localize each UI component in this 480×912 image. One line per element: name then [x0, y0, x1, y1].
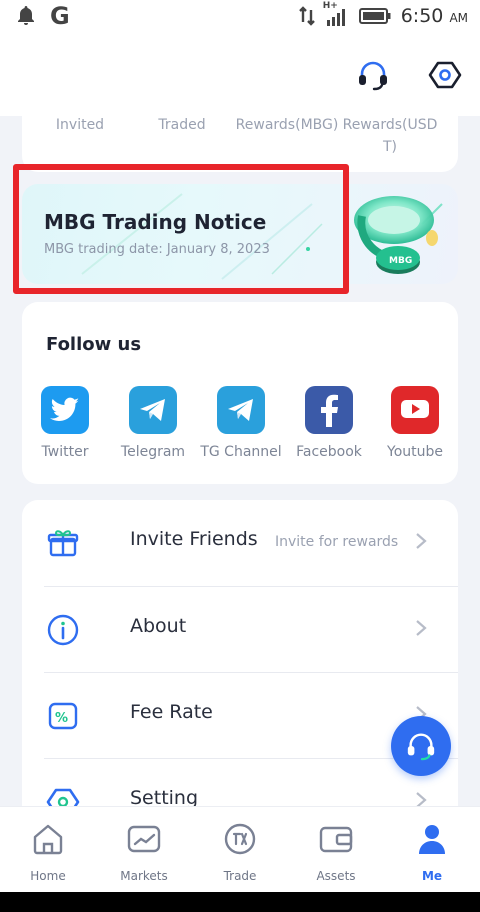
- nav-trade[interactable]: Trade: [192, 821, 288, 883]
- stat-label-traded: Traded: [158, 117, 206, 133]
- carrier-g-icon: G: [50, 2, 70, 30]
- nav-me[interactable]: Me: [384, 821, 480, 883]
- follow-us-card: Follow us Twitter Telegram TG Channel Fa…: [22, 302, 458, 484]
- home-icon: [33, 824, 63, 855]
- setting-hexagon-icon: [46, 788, 80, 806]
- social-label: TG Channel: [200, 444, 282, 460]
- headset-icon[interactable]: [356, 58, 390, 92]
- social-telegram[interactable]: Telegram: [108, 386, 198, 460]
- follow-us-title: Follow us: [46, 334, 142, 355]
- system-nav-bar: [0, 892, 480, 912]
- social-label: Telegram: [120, 444, 186, 460]
- menu-hint: Invite for rewards: [275, 534, 399, 550]
- social-facebook[interactable]: Facebook: [284, 386, 374, 460]
- support-fab-button[interactable]: [391, 716, 451, 776]
- clock: 6:50 AM: [400, 5, 468, 27]
- percent-icon: %: [48, 702, 78, 730]
- app-header: [0, 32, 480, 116]
- social-label: Youtube: [387, 444, 443, 460]
- highlight-box: [13, 164, 349, 294]
- facebook-icon: [305, 386, 353, 434]
- nav-label: Assets: [316, 869, 356, 883]
- svg-text:MBG: MBG: [389, 256, 412, 266]
- chevron-right-icon: [416, 533, 427, 549]
- chevron-right-icon: [416, 620, 427, 636]
- telegram-icon: [217, 386, 265, 434]
- menu-card: Invite Friends Invite for rewards About …: [22, 500, 458, 806]
- stat-label-rewards-mbg: Rewards(MBG): [235, 117, 339, 133]
- nav-label: Home: [30, 869, 66, 883]
- menu-label: Fee Rate: [130, 701, 213, 723]
- social-twitter[interactable]: Twitter: [20, 386, 110, 460]
- trade-icon: [224, 823, 256, 855]
- menu-label: Invite Friends: [130, 528, 258, 550]
- menu-item-setting[interactable]: Setting: [22, 759, 458, 806]
- headset-icon: [407, 733, 435, 761]
- data-arrows-icon: [298, 6, 315, 26]
- markets-icon: [127, 825, 161, 853]
- signal-icon: H+: [323, 1, 349, 27]
- nav-label: Me: [421, 869, 443, 883]
- mbg-coin-icon: MBG: [354, 196, 438, 274]
- social-label: Twitter: [41, 444, 89, 460]
- gift-icon: [47, 530, 79, 557]
- svg-text:%: %: [55, 711, 68, 726]
- nav-assets[interactable]: Assets: [288, 821, 384, 883]
- main-content[interactable]: Invited Traded Rewards(MBG) Rewards(USD …: [0, 116, 480, 806]
- bottom-nav: Home Markets Trade Assets Me: [0, 806, 480, 892]
- stat-label-invited: Invited: [55, 117, 105, 133]
- stat-label-rewards-usdt: Rewards(USD T): [342, 117, 438, 155]
- chevron-right-icon: [416, 792, 427, 806]
- menu-label: About: [130, 615, 187, 637]
- social-label: Facebook: [296, 444, 362, 460]
- nav-home[interactable]: Home: [0, 821, 96, 883]
- menu-item-invite-friends[interactable]: Invite Friends Invite for rewards: [22, 500, 458, 586]
- nav-markets[interactable]: Markets: [96, 821, 192, 883]
- menu-item-about[interactable]: About: [22, 587, 458, 673]
- twitter-icon: [41, 386, 89, 434]
- social-youtube[interactable]: Youtube: [370, 386, 460, 460]
- wallet-icon: [319, 826, 353, 853]
- menu-label: Setting: [130, 787, 199, 806]
- telegram-icon: [129, 386, 177, 434]
- battery-icon: [358, 8, 391, 24]
- status-bar: G H+ 6:50 AM: [0, 0, 480, 32]
- nav-label: Trade: [223, 869, 257, 883]
- social-tg-channel[interactable]: TG Channel: [196, 386, 286, 460]
- nav-label: Markets: [120, 869, 168, 883]
- settings-hexagon-icon[interactable]: [428, 58, 462, 92]
- person-icon: [419, 825, 445, 854]
- youtube-icon: [391, 386, 439, 434]
- notification-bell-icon: [18, 6, 34, 25]
- info-icon: [47, 614, 79, 646]
